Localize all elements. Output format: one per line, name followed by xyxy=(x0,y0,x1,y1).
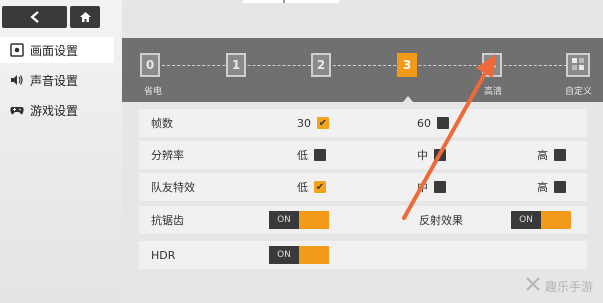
teammate-fx-low-checkbox[interactable]: ✔ xyxy=(314,181,326,193)
home-button[interactable] xyxy=(70,6,100,28)
teammate-fx-mid-checkbox[interactable] xyxy=(434,181,446,193)
quality-step-3[interactable]: 3 xyxy=(397,53,417,77)
back-arrow-icon xyxy=(29,8,40,27)
watermark-text: 趣乐手游 xyxy=(545,279,594,294)
sidebar: 画面设置 声音设置 游戏设置 xyxy=(0,0,122,303)
hdr-label: HDR xyxy=(151,248,176,262)
sidebar-item-label: 画面设置 xyxy=(30,43,79,58)
fps-row: 帧数 30 ✔ 60 xyxy=(139,109,587,137)
quality-panel: 0 1 2 3 4 省电 高清 自定义 xyxy=(122,38,603,102)
antialias-label: 抗锯齿 xyxy=(151,214,184,227)
sidebar-item-game[interactable]: 游戏设置 xyxy=(0,97,122,123)
reflection-toggle[interactable]: ON xyxy=(511,211,571,229)
teammate-fx-label: 队友特效 xyxy=(151,181,195,194)
display-settings-icon xyxy=(10,43,24,57)
teammate-fx-high-checkbox[interactable] xyxy=(554,181,566,193)
speaker-icon xyxy=(10,73,24,87)
hdr-toggle[interactable]: ON xyxy=(269,246,329,264)
sidebar-item-display[interactable]: 画面设置 xyxy=(0,37,114,63)
teammate-fx-option-high[interactable]: 高 xyxy=(537,179,566,195)
resolution-row: 分辨率 低 中 高 xyxy=(139,141,587,169)
watermark-logo-icon xyxy=(525,276,541,296)
resolution-option-mid[interactable]: 中 xyxy=(417,147,446,163)
watermark: 趣乐手游 xyxy=(525,276,593,296)
quality-step-0[interactable]: 0 xyxy=(140,53,160,77)
custom-grid-icon xyxy=(571,57,585,74)
settings-menu: 画面设置 声音设置 游戏设置 xyxy=(0,37,122,127)
resolution-high-checkbox[interactable] xyxy=(554,149,566,161)
hdr-row: HDR ON xyxy=(139,241,587,269)
quality-label-left: 省电 xyxy=(144,87,163,97)
resolution-option-high[interactable]: 高 xyxy=(537,147,566,163)
fps-option-30[interactable]: 30 ✔ xyxy=(297,117,329,130)
fps-30-checkbox[interactable]: ✔ xyxy=(317,117,329,129)
back-button[interactable] xyxy=(2,6,67,28)
home-icon xyxy=(79,8,92,27)
reflection-label: 反射效果 xyxy=(419,214,463,227)
top-buttons xyxy=(0,6,100,28)
gamepad-icon xyxy=(10,103,24,117)
quality-step-4[interactable]: 4 xyxy=(482,53,502,77)
top-tab-divider xyxy=(283,0,285,3)
resolution-label: 分辨率 xyxy=(151,149,184,162)
sidebar-item-sound[interactable]: 声音设置 xyxy=(0,67,122,93)
quality-track xyxy=(152,65,572,66)
resolution-low-checkbox[interactable] xyxy=(314,149,326,161)
sidebar-item-label: 声音设置 xyxy=(30,73,79,88)
quality-step-custom[interactable] xyxy=(566,53,590,77)
sidebar-item-label: 游戏设置 xyxy=(30,103,79,118)
fps-option-60[interactable]: 60 xyxy=(417,117,449,130)
active-step-pointer xyxy=(403,96,413,102)
top-tab-fragment xyxy=(243,0,339,3)
fps-60-checkbox[interactable] xyxy=(437,117,449,129)
quality-step-1[interactable]: 1 xyxy=(226,53,246,77)
antialias-toggle[interactable]: ON xyxy=(269,211,329,229)
resolution-option-low[interactable]: 低 xyxy=(297,147,326,163)
antialias-row: 抗锯齿 ON 反射效果 ON xyxy=(139,206,587,234)
quality-label-step4: 高清 xyxy=(484,87,503,97)
quality-step-2[interactable]: 2 xyxy=(311,53,331,77)
resolution-mid-checkbox[interactable] xyxy=(434,149,446,161)
teammate-fx-option-low[interactable]: 低 ✔ xyxy=(297,179,326,195)
teammate-fx-option-mid[interactable]: 中 xyxy=(417,179,446,195)
quality-label-custom: 自定义 xyxy=(565,87,593,97)
fps-label: 帧数 xyxy=(151,117,173,130)
teammate-fx-row: 队友特效 低 ✔ 中 高 xyxy=(139,173,587,201)
